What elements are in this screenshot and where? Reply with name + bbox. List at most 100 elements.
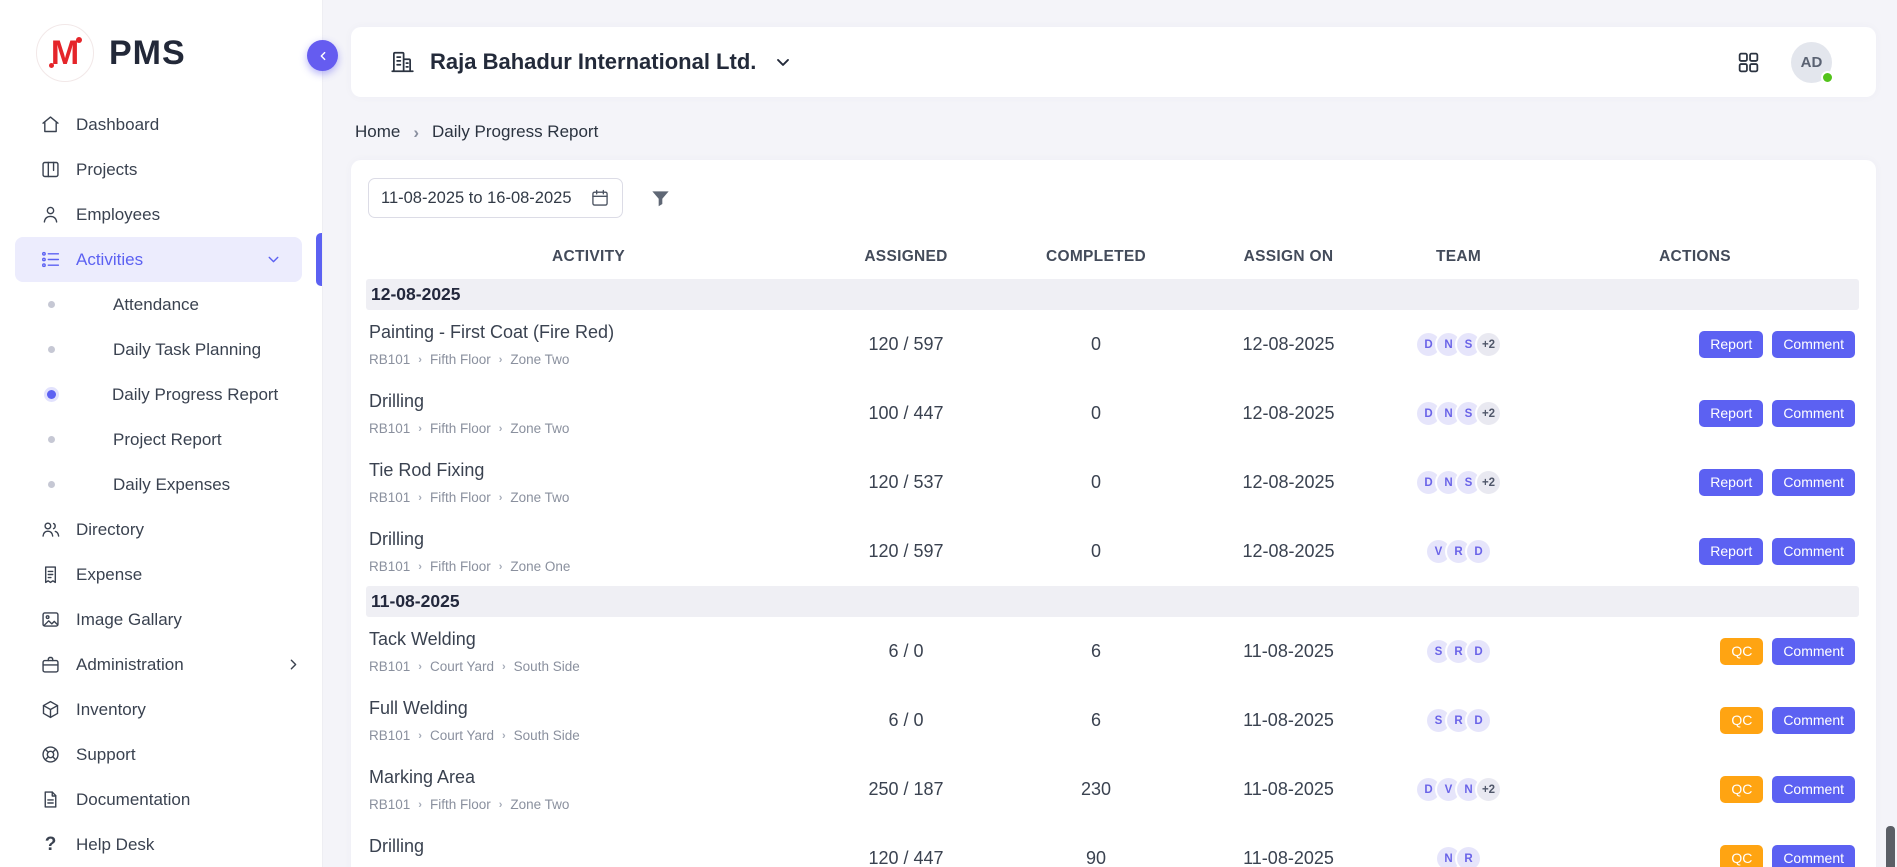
column-header-completed: COMPLETED [1001, 234, 1191, 279]
sidebar-item-expense[interactable]: Expense [0, 552, 322, 597]
table-row: Tie Rod Fixing RB101 › Fifth Floor › Zon… [366, 448, 1859, 517]
sidebar-collapse-button[interactable] [307, 40, 338, 71]
date-group-header: 11-08-2025 [366, 586, 1859, 617]
comment-button[interactable]: Comment [1772, 845, 1855, 867]
activity-name: Drilling [369, 529, 807, 550]
comment-button[interactable]: Comment [1772, 707, 1855, 734]
team-avatars[interactable]: D N S +2 [1386, 400, 1531, 427]
sidebar-item-image-gallary[interactable]: Image Gallary [0, 597, 322, 642]
chevron-left-icon [315, 48, 331, 64]
sidebar-item-dashboard[interactable]: Dashboard [0, 102, 322, 147]
sidebar-item-projects[interactable]: Projects [0, 147, 322, 192]
building-icon [389, 49, 415, 75]
assign-on-value: 12-08-2025 [1191, 448, 1386, 517]
sidebar-item-administration[interactable]: Administration [0, 642, 322, 687]
path-floor: Court Yard [430, 659, 494, 674]
sidebar-item-attendance[interactable]: Attendance [0, 282, 322, 327]
assign-on-value: 12-08-2025 [1191, 379, 1386, 448]
assigned-value: 100 / 447 [811, 379, 1001, 448]
assigned-value: 120 / 537 [811, 448, 1001, 517]
qc-button[interactable]: QC [1720, 845, 1763, 867]
sidebar-item-label: Projects [76, 160, 137, 180]
path-zone: Zone Two [510, 797, 569, 812]
sidebar-item-inventory[interactable]: Inventory [0, 687, 322, 732]
path-floor: Fifth Floor [430, 490, 491, 505]
completed-value: 230 [1001, 755, 1191, 824]
assigned-value: 250 / 187 [811, 755, 1001, 824]
sidebar-item-documentation[interactable]: Documentation [0, 777, 322, 822]
sidebar-item-employees[interactable]: Employees [0, 192, 322, 237]
bullet-icon [48, 301, 55, 308]
comment-button[interactable]: Comment [1772, 538, 1855, 565]
team-avatars[interactable]: N R [1386, 845, 1531, 867]
column-header-activity: ACTIVITY [366, 234, 811, 279]
report-button[interactable]: Report [1699, 331, 1763, 358]
path-project: RB101 [369, 559, 410, 574]
assign-on-value: 12-08-2025 [1191, 517, 1386, 586]
team-avatars[interactable]: V R D [1386, 538, 1531, 565]
group-date: 12-08-2025 [366, 279, 1859, 310]
path-project: RB101 [369, 421, 410, 436]
qc-button[interactable]: QC [1720, 638, 1763, 665]
sidebar: M PMS Dashboard Projects Employees Activ… [0, 0, 323, 867]
sidebar-item-project-report[interactable]: Project Report [0, 417, 322, 462]
topbar: Raja Bahadur International Ltd. AD [351, 27, 1876, 97]
team-avatars[interactable]: S R D [1386, 707, 1531, 734]
row-actions: Report Comment [1531, 469, 1859, 496]
sidebar-item-daily-task-planning[interactable]: Daily Task Planning [0, 327, 322, 372]
sidebar-nav: Dashboard Projects Employees Activities … [0, 96, 322, 867]
path-project: RB101 [369, 352, 410, 367]
path-zone: Zone Two [510, 352, 569, 367]
path-floor: Court Yard [430, 728, 494, 743]
table-row: Drilling RB101 › Fifth Floor › Zone Two … [366, 379, 1859, 448]
comment-button[interactable]: Comment [1772, 469, 1855, 496]
comment-button[interactable]: Comment [1772, 400, 1855, 427]
scrollbar-thumb[interactable] [1886, 826, 1895, 867]
document-icon [40, 789, 61, 810]
row-actions: Report Comment [1531, 331, 1859, 358]
completed-value: 0 [1001, 379, 1191, 448]
home-icon [40, 114, 61, 135]
image-icon [40, 609, 61, 630]
path-floor: Fifth Floor [430, 559, 491, 574]
sidebar-item-label: Help Desk [76, 835, 154, 855]
assign-on-value: 12-08-2025 [1191, 310, 1386, 379]
team-avatar: R [1455, 845, 1482, 867]
sidebar-item-activities[interactable]: Activities [15, 237, 302, 282]
app-logo[interactable]: M PMS [0, 0, 322, 96]
report-button[interactable]: Report [1699, 400, 1763, 427]
chevron-right-icon: › [413, 124, 419, 141]
assign-on-value: 11-08-2025 [1191, 617, 1386, 686]
path-floor: Fifth Floor [430, 797, 491, 812]
bullet-icon [48, 481, 55, 488]
chevron-right-icon: › [499, 492, 503, 504]
comment-button[interactable]: Comment [1772, 331, 1855, 358]
sidebar-item-support[interactable]: Support [0, 732, 322, 777]
report-button[interactable]: Report [1699, 469, 1763, 496]
sidebar-item-daily-expenses[interactable]: Daily Expenses [0, 462, 322, 507]
app-name: PMS [109, 34, 186, 73]
filter-row: 11-08-2025 to 16-08-2025 [366, 174, 1861, 234]
user-avatar[interactable]: AD [1791, 42, 1832, 83]
team-avatars[interactable]: S R D [1386, 638, 1531, 665]
assign-on-value: 11-08-2025 [1191, 824, 1386, 867]
group-date: 11-08-2025 [366, 586, 1859, 617]
sidebar-item-label: Expense [76, 565, 142, 585]
qc-button[interactable]: QC [1720, 776, 1763, 803]
chevron-right-icon: › [418, 661, 422, 673]
sidebar-item-help-desk[interactable]: ? Help Desk [0, 822, 322, 867]
company-selector[interactable]: Raja Bahadur International Ltd. [389, 49, 793, 75]
team-avatars[interactable]: D N S +2 [1386, 331, 1531, 358]
team-avatars[interactable]: D V N +2 [1386, 776, 1531, 803]
sidebar-item-directory[interactable]: Directory [0, 507, 322, 552]
team-avatars[interactable]: D N S +2 [1386, 469, 1531, 496]
filter-button[interactable] [649, 187, 672, 210]
sidebar-item-daily-progress-report[interactable]: Daily Progress Report [0, 372, 322, 417]
date-range-input[interactable]: 11-08-2025 to 16-08-2025 [368, 178, 623, 218]
comment-button[interactable]: Comment [1772, 638, 1855, 665]
qc-button[interactable]: QC [1720, 707, 1763, 734]
apps-grid-icon[interactable] [1736, 50, 1761, 75]
comment-button[interactable]: Comment [1772, 776, 1855, 803]
breadcrumb-home[interactable]: Home [355, 122, 400, 142]
report-button[interactable]: Report [1699, 538, 1763, 565]
